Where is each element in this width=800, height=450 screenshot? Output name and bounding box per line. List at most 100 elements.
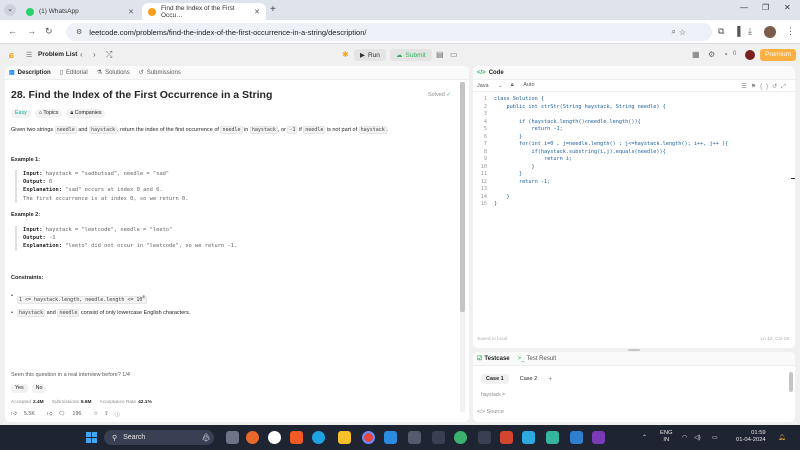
app-icon[interactable] <box>500 431 513 444</box>
new-tab-button[interactable]: + <box>270 4 276 15</box>
yes-button[interactable]: Yes <box>11 384 28 393</box>
premium-button[interactable]: Premium <box>760 49 797 61</box>
url-bar[interactable]: ⚙ leetcode.com/problems/find-the-index-o… <box>66 23 712 41</box>
minimize-icon[interactable]: — <box>740 3 748 12</box>
description-scrollbar[interactable] <box>460 82 465 412</box>
file-explorer-icon[interactable] <box>338 431 351 444</box>
add-case-icon[interactable]: + <box>548 376 552 383</box>
forward-icon[interactable]: → <box>27 26 36 36</box>
battery-icon[interactable]: ▭ <box>712 434 718 441</box>
notification-bell-icon[interactable]: 🔔︎ <box>778 434 786 441</box>
leetcode-logo-icon[interactable]: ɕ <box>9 50 17 60</box>
run-button[interactable]: ▶ Run <box>354 49 386 61</box>
tab-solutions[interactable]: ⚗ Solutions <box>97 69 130 77</box>
panel-resize-handle[interactable] <box>628 349 640 351</box>
clock[interactable]: 01:59 01-04-2024 <box>736 430 766 444</box>
tab-submissions[interactable]: ↺ Submissions <box>139 69 181 77</box>
tab-description[interactable]: ▤ Description <box>9 69 51 77</box>
share-icon[interactable]: ⇪ <box>104 411 108 417</box>
whiteboard-icon[interactable]: ▭ <box>450 50 458 59</box>
firefox-icon[interactable] <box>246 431 259 444</box>
zoom-icon[interactable]: ⌕ <box>672 27 676 37</box>
fullscreen-icon[interactable]: ⤢ <box>781 84 790 90</box>
comments-button[interactable]: 🗨︎ 196 <box>58 411 87 417</box>
tab-search-icon[interactable]: ⌄ <box>4 4 16 16</box>
favorite-star-icon[interactable]: ☆ <box>93 411 98 417</box>
window-close-icon[interactable]: ✕ <box>784 3 791 12</box>
browser-tab-whatsapp[interactable]: (1) WhatsApp ✕ <box>20 3 140 20</box>
profile-avatar[interactable] <box>764 26 776 38</box>
close-icon[interactable]: ✕ <box>254 8 260 16</box>
google-icon[interactable] <box>268 431 281 444</box>
app-icon[interactable] <box>522 431 535 444</box>
code-line[interactable]: 7 for(int i=0 , j=needle.length() ; j<=h… <box>473 141 795 149</box>
testcase-scrollbar[interactable] <box>789 372 793 392</box>
bookmark-icon[interactable]: ⚑ <box>751 84 760 90</box>
code-line[interactable]: 2 public int strStr(String haystack, Str… <box>473 104 795 112</box>
code-line[interactable]: 10 } <box>473 164 795 172</box>
app-icon[interactable] <box>478 431 491 444</box>
tab-testcase[interactable]: ☑ Testcase <box>477 355 510 363</box>
code-line[interactable]: 11 } <box>473 171 795 179</box>
notes-icon[interactable]: ▤ <box>436 50 444 59</box>
tray-chevron-icon[interactable]: ⌃ <box>642 434 647 441</box>
browser-menu-icon[interactable]: ⋮ <box>786 26 795 37</box>
app-icon[interactable] <box>454 431 467 444</box>
shuffle-icon[interactable]: ⤮ <box>106 50 112 60</box>
next-problem-icon[interactable]: › <box>93 50 96 59</box>
autocomplete-toggle[interactable]: 🔒︎ Auto <box>511 82 543 89</box>
like-button[interactable]: 👍︎ 5.5K <box>11 411 41 417</box>
problem-list-link[interactable]: Problem List <box>38 51 77 58</box>
topics-tag[interactable]: ⌂ Topics <box>34 109 63 118</box>
close-icon[interactable]: ✕ <box>128 8 134 16</box>
braces-icon[interactable]: {} <box>760 84 772 90</box>
code-line[interactable]: 14 } <box>473 194 795 202</box>
streak-icon[interactable]: ◔ <box>723 50 728 59</box>
no-button[interactable]: No <box>31 384 47 393</box>
tab-editorial[interactable]: ▯ Editorial <box>60 69 88 77</box>
back-icon[interactable]: ← <box>8 26 17 36</box>
code-line[interactable]: 1 class Solution { <box>473 96 795 104</box>
app-icon[interactable] <box>432 431 445 444</box>
maximize-icon[interactable]: ❐ <box>762 3 769 12</box>
settings-icon[interactable]: ⚙ <box>708 50 715 59</box>
format-icon[interactable]: ☰ <box>741 84 750 90</box>
reset-icon[interactable]: ↺ <box>772 84 781 90</box>
code-line[interactable]: 6 } <box>473 134 795 142</box>
extensions-icon[interactable]: ⧉ <box>718 26 724 37</box>
code-line[interactable]: 5 return -1; <box>473 126 795 134</box>
prev-problem-icon[interactable]: ‹ <box>80 50 83 59</box>
help-icon[interactable]: ⓘ <box>115 410 120 418</box>
app-icon[interactable] <box>592 431 605 444</box>
tab-test-result[interactable]: >_ Test Result <box>518 356 557 362</box>
reload-icon[interactable]: ↻ <box>45 26 53 37</box>
cc-app-icon[interactable] <box>408 431 421 444</box>
downloads-icon[interactable]: ⤓ <box>748 26 752 37</box>
code-line[interactable]: 3 <box>473 111 795 119</box>
scrollbar-thumb[interactable] <box>460 82 465 312</box>
vscode-icon[interactable] <box>384 431 397 444</box>
debug-icon[interactable]: ✱ <box>342 50 349 59</box>
brave-icon[interactable] <box>290 431 303 444</box>
browser-tab-leetcode[interactable]: Find the Index of the First Occu… ✕ <box>142 3 266 20</box>
taskbar-search[interactable]: ⚲ Search 🌲︎ <box>104 430 214 445</box>
wifi-icon[interactable]: ◠ <box>682 434 687 441</box>
input-language[interactable]: ENG IN <box>660 430 673 444</box>
case-1-tab[interactable]: Case 1 <box>481 374 509 384</box>
layout-icon[interactable]: ▦ <box>692 50 700 59</box>
code-line[interactable]: 4 if (haystack.length()<needle.length())… <box>473 119 795 127</box>
code-line[interactable]: 9 return i; <box>473 156 795 164</box>
code-line[interactable]: 12 return -1; <box>473 179 795 187</box>
bookmark-star-icon[interactable]: ☆ <box>679 28 686 37</box>
edge-icon[interactable] <box>312 431 325 444</box>
site-info-icon[interactable]: ⚙ <box>76 28 82 36</box>
code-line[interactable]: 8 if(haystack.substring(i,j).equals(need… <box>473 149 795 157</box>
task-view-icon[interactable] <box>226 431 239 444</box>
chrome-icon[interactable] <box>362 431 375 444</box>
code-editor[interactable]: 1 class Solution {2 public int strStr(Str… <box>473 96 795 209</box>
user-avatar[interactable] <box>745 50 755 60</box>
submit-button[interactable]: ☁ Submit <box>390 49 432 61</box>
companies-tag[interactable]: 🔒︎ Companies <box>66 109 106 118</box>
sidebar-icon[interactable]: ▐ <box>734 26 740 36</box>
source-link[interactable]: </> Source <box>477 409 504 415</box>
